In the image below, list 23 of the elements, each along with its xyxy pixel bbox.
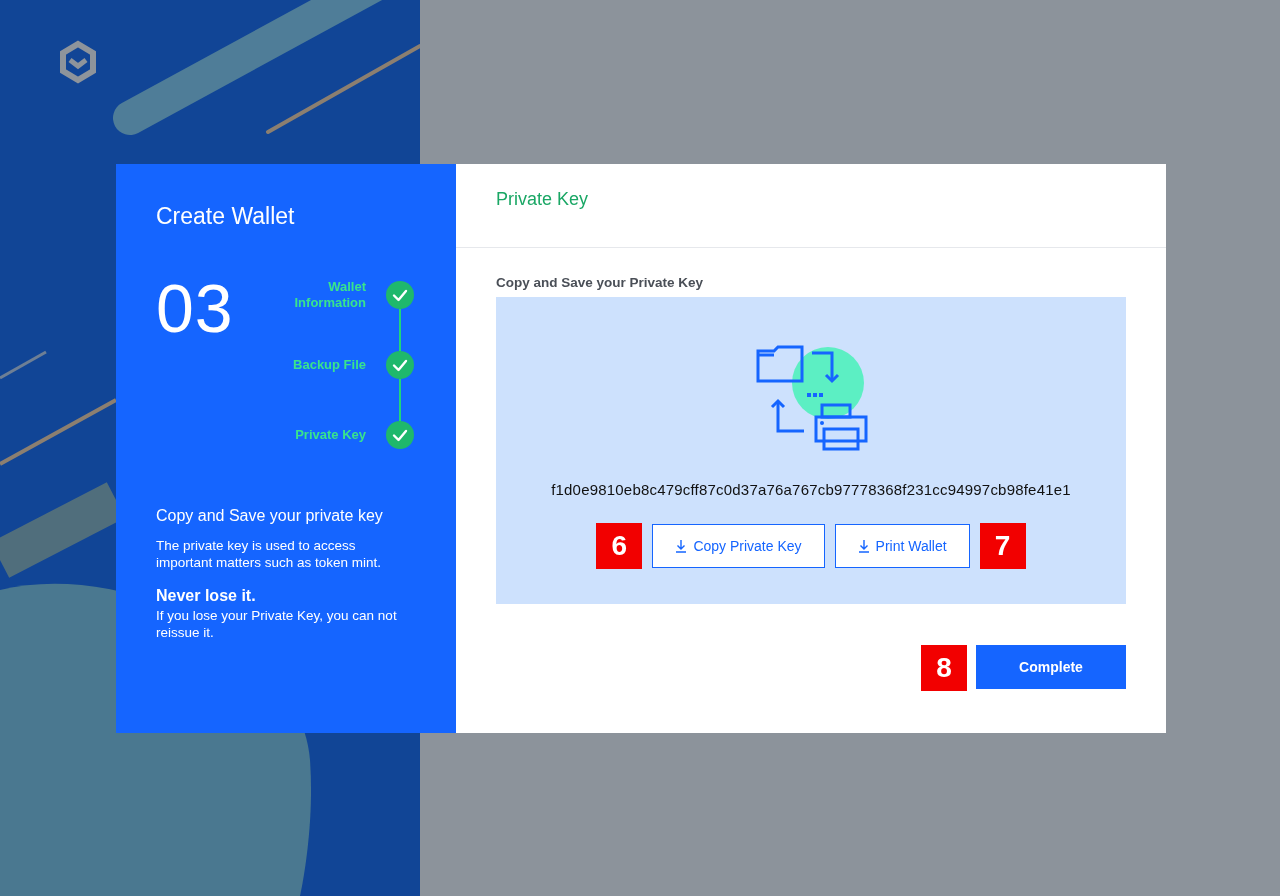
warning-title: Never lose it. bbox=[156, 587, 257, 605]
step-number: 03 bbox=[156, 271, 234, 348]
download-icon bbox=[675, 539, 688, 553]
callout-number: 6 bbox=[596, 523, 643, 569]
step-connector bbox=[399, 309, 401, 351]
callout-number: 7 bbox=[979, 523, 1026, 569]
sidebar-heading: Copy and Save your private key bbox=[156, 507, 384, 525]
action-button[interactable]: Copy Private Key bbox=[652, 524, 825, 568]
step-label: Wallet Information bbox=[293, 279, 366, 311]
step-connector bbox=[399, 379, 401, 421]
private-key-text: f1d0e9810eb8c479cff87c0d37a76a767cb97778368f231cc94997cb98fe41e1 bbox=[551, 481, 1071, 498]
complete-button[interactable]: Complete bbox=[976, 645, 1126, 689]
sidebar-title: Create Wallet bbox=[156, 202, 296, 230]
section-label: Copy and Save your Private Key bbox=[496, 275, 705, 290]
logo-icon bbox=[60, 40, 96, 84]
callout-number: 8 bbox=[921, 645, 967, 691]
panel-title: Private Key bbox=[496, 189, 589, 210]
description-text: The private key is used to access important matters such as token mint. bbox=[156, 537, 383, 571]
action-button[interactable]: Print Wallet bbox=[834, 524, 970, 568]
step-label: Private Key bbox=[294, 427, 366, 443]
step-label: Backup File bbox=[292, 357, 366, 373]
warning-text: If you lose your Private Key, you can not reissue it. bbox=[156, 607, 398, 641]
download-icon bbox=[857, 539, 870, 553]
